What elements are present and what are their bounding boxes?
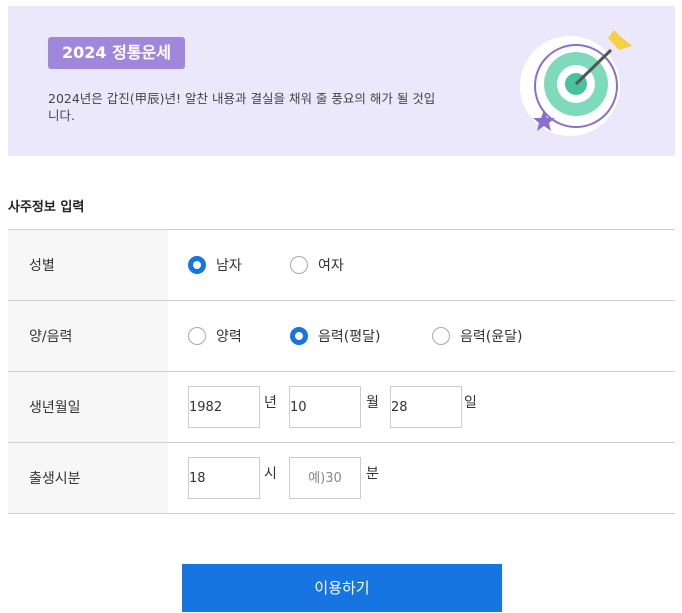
day-field[interactable] — [390, 386, 462, 428]
month-field[interactable] — [289, 386, 361, 428]
radio-male[interactable]: 남자 — [188, 230, 242, 300]
minute-field[interactable] — [289, 457, 361, 499]
radio-solar-label: 양력 — [216, 329, 242, 345]
birthdate-label: 생년월일 — [8, 372, 168, 442]
radio-female[interactable]: 여자 — [290, 230, 344, 300]
radio-female-label: 여자 — [318, 258, 344, 274]
banner-badge: 2024 정통운세 — [48, 37, 185, 69]
target-arrow-icon — [520, 30, 632, 136]
radio-unchecked-icon — [432, 327, 450, 345]
radio-male-label: 남자 — [216, 258, 242, 274]
gender-row: 성별 남자 여자 — [8, 230, 675, 301]
radio-unchecked-icon — [290, 256, 308, 274]
radio-lunar-normal-label: 음력(평달) — [318, 329, 381, 345]
day-input[interactable] — [391, 387, 461, 427]
section-title: 사주정보 입력 — [8, 200, 85, 215]
radio-checked-icon — [188, 256, 206, 274]
year-unit: 년 — [264, 395, 277, 411]
radio-unchecked-icon — [188, 327, 206, 345]
birthtime-label: 출생시분 — [8, 443, 168, 513]
minute-input[interactable] — [290, 458, 360, 498]
calendar-label: 양/음력 — [8, 301, 168, 371]
radio-solar[interactable]: 양력 — [188, 301, 242, 371]
gender-label: 성별 — [8, 230, 168, 300]
minute-unit: 분 — [366, 466, 379, 482]
year-input[interactable] — [189, 387, 259, 427]
radio-checked-icon — [290, 327, 308, 345]
radio-lunar-normal[interactable]: 음력(평달) — [290, 301, 380, 371]
submit-button[interactable]: 이용하기 — [182, 564, 502, 612]
month-input[interactable] — [290, 387, 360, 427]
month-unit: 월 — [366, 395, 379, 411]
year-field[interactable] — [188, 386, 260, 428]
birthtime-row: 출생시분 시 분 — [8, 443, 675, 514]
calendar-row: 양/음력 양력 음력(평달) 음력(윤달) — [8, 301, 675, 372]
banner-description: 2024년은 갑진(甲辰)년! 알찬 내용과 결실을 채워 줄 풍요의 해가 될… — [48, 91, 436, 123]
hour-unit: 시 — [264, 466, 277, 482]
radio-lunar-leap-label: 음력(윤달) — [460, 329, 523, 345]
day-unit: 일 — [464, 395, 477, 411]
birthdate-row: 생년월일 년 월 일 — [8, 372, 675, 443]
hour-input[interactable] — [189, 458, 259, 498]
radio-lunar-leap[interactable]: 음력(윤달) — [432, 301, 522, 371]
fortune-banner: 2024 정통운세 2024년은 갑진(甲辰)년! 알찬 내용과 결실을 채워 … — [8, 6, 675, 156]
saju-form: 성별 남자 여자 양/음력 양력 음력(평달) 음력(윤달) 생년월일 년 — [8, 229, 675, 514]
hour-field[interactable] — [188, 457, 260, 499]
